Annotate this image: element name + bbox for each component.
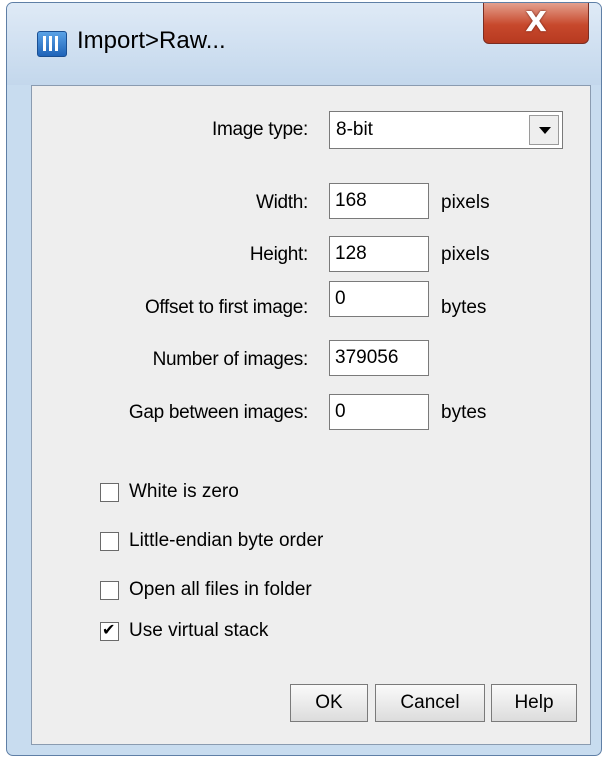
- height-unit: pixels: [441, 244, 490, 265]
- help-button[interactable]: Help: [491, 684, 577, 722]
- number-of-images-field[interactable]: [329, 340, 429, 376]
- image-type-label: Image type:: [212, 119, 308, 140]
- ok-button[interactable]: OK: [290, 684, 368, 722]
- height-label: Height:: [249, 244, 308, 265]
- gap-unit: bytes: [441, 402, 487, 423]
- imagej-app-icon: [37, 31, 67, 57]
- close-icon: X: [525, 5, 547, 38]
- window-title: Import>Raw...: [77, 27, 226, 54]
- offset-field[interactable]: [329, 281, 429, 317]
- checkbox-box[interactable]: ✔: [100, 620, 119, 641]
- import-raw-dialog: Import>Raw... X Image type: 8-bit Width:…: [6, 2, 602, 756]
- gap-label: Gap between images:: [128, 402, 308, 423]
- use-virtual-stack-label: Use virtual stack: [129, 620, 269, 641]
- cancel-button[interactable]: Cancel: [375, 684, 485, 722]
- offset-unit: bytes: [441, 297, 487, 318]
- checkbox-box[interactable]: [100, 581, 119, 600]
- title-bar[interactable]: Import>Raw... X: [7, 3, 601, 85]
- image-type-select[interactable]: 8-bit: [329, 111, 563, 149]
- height-field[interactable]: [329, 236, 429, 272]
- checkbox-box[interactable]: [100, 532, 119, 551]
- checkmark-icon: ✔: [102, 620, 116, 639]
- close-button[interactable]: X: [483, 3, 589, 44]
- chevron-down-icon[interactable]: [529, 115, 559, 145]
- open-all-files-label: Open all files in folder: [129, 579, 312, 600]
- little-endian-label: Little-endian byte order: [129, 530, 324, 551]
- offset-label: Offset to first image:: [144, 297, 308, 318]
- gap-field[interactable]: [329, 394, 429, 430]
- dialog-body: Image type: 8-bit Width: pixels Height: …: [31, 85, 591, 745]
- number-of-images-label: Number of images:: [152, 349, 309, 370]
- image-type-value: 8-bit: [336, 119, 373, 140]
- white-is-zero-label: White is zero: [129, 481, 239, 502]
- width-field[interactable]: [329, 183, 429, 219]
- width-unit: pixels: [441, 192, 490, 213]
- checkbox-box[interactable]: [100, 483, 119, 502]
- width-label: Width:: [255, 192, 308, 213]
